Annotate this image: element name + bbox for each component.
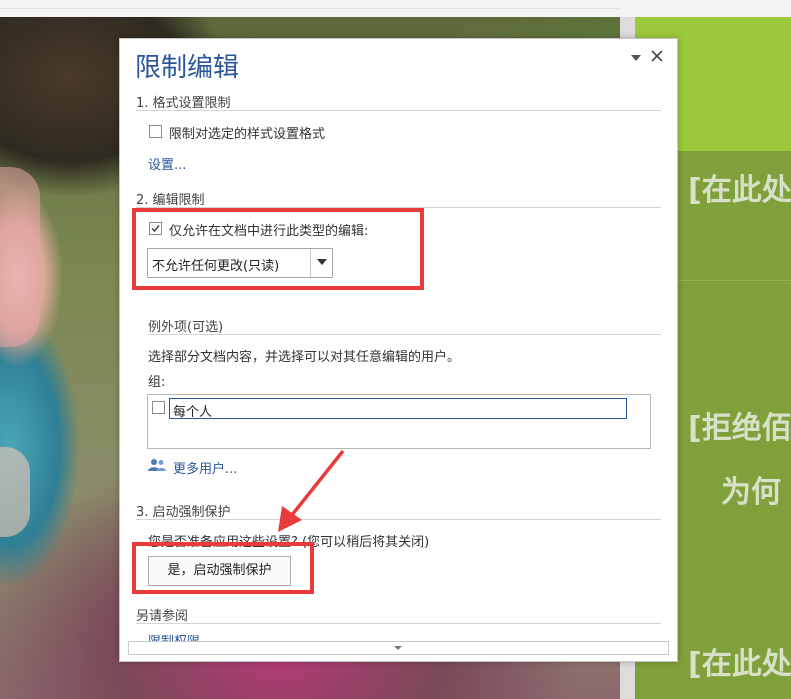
app-toolbar-strip — [0, 0, 791, 18]
section-enforce-heading: 3. 启动强制保护 — [136, 505, 231, 520]
section-editing-heading: 2. 编辑限制 — [136, 193, 205, 208]
enforce-question: 您是否准备应用这些设置? (您可以稍后将其关闭) — [148, 535, 430, 550]
restrict-editing-pane: 限制编辑 1. 格式设置限制 限制对选定的样式设置格式 设置... 2. 编辑限… — [119, 38, 678, 662]
check-icon — [151, 225, 160, 233]
pane-scrollbar[interactable] — [128, 641, 669, 655]
editing-restriction-label: 仅允许在文档中进行此类型的编辑: — [169, 224, 369, 239]
see-also-heading: 另请参阅 — [136, 609, 189, 624]
slide-placeholder-text[interactable]: [拒绝佰 — [688, 403, 791, 447]
exceptions-description: 选择部分文档内容，并选择可以对其任意编辑的用户。 — [148, 350, 461, 365]
photo-blur — [0, 167, 40, 347]
start-enforcing-button[interactable]: 是，启动强制保护 — [148, 556, 291, 586]
section-rule — [136, 519, 661, 520]
chevron-down-icon — [317, 259, 327, 265]
close-icon[interactable] — [649, 48, 665, 64]
section-rule — [136, 623, 661, 624]
toolbar-line — [0, 8, 620, 9]
editing-restriction-checkbox[interactable] — [149, 222, 162, 235]
slide-placeholder-text[interactable]: 为何 — [721, 467, 781, 511]
format-restriction-checkbox[interactable] — [149, 125, 162, 138]
everyone-label: 每个人 — [173, 405, 213, 420]
section-rule — [136, 110, 661, 111]
editing-type-select[interactable]: 不允许任何更改(只读) — [147, 248, 333, 278]
settings-link[interactable]: 设置... — [148, 154, 186, 173]
scroll-down-icon[interactable] — [393, 645, 403, 651]
section-rule — [136, 207, 661, 208]
groups-listbox[interactable]: 每个人 — [147, 394, 651, 449]
photo-blur — [0, 447, 30, 537]
slide-placeholder-text[interactable]: [在此处 — [688, 165, 791, 209]
slide-placeholder-text[interactable]: [在此处 — [688, 639, 791, 683]
list-item[interactable]: 每个人 — [169, 398, 627, 420]
section-rule — [148, 334, 661, 335]
exceptions-heading: 例外项(可选) — [148, 320, 224, 335]
section-format-heading: 1. 格式设置限制 — [136, 96, 231, 111]
format-restriction-label: 限制对选定的样式设置格式 — [169, 127, 326, 142]
groups-label: 组: — [148, 375, 166, 390]
pane-options-icon[interactable] — [629, 52, 643, 64]
pane-title: 限制编辑 — [135, 53, 240, 83]
more-users-link[interactable]: 更多用户... — [173, 458, 237, 477]
everyone-checkbox[interactable] — [152, 401, 165, 414]
users-icon — [148, 459, 166, 471]
select-separator — [310, 249, 311, 277]
editing-type-value: 不允许任何更改(只读) — [152, 259, 280, 274]
